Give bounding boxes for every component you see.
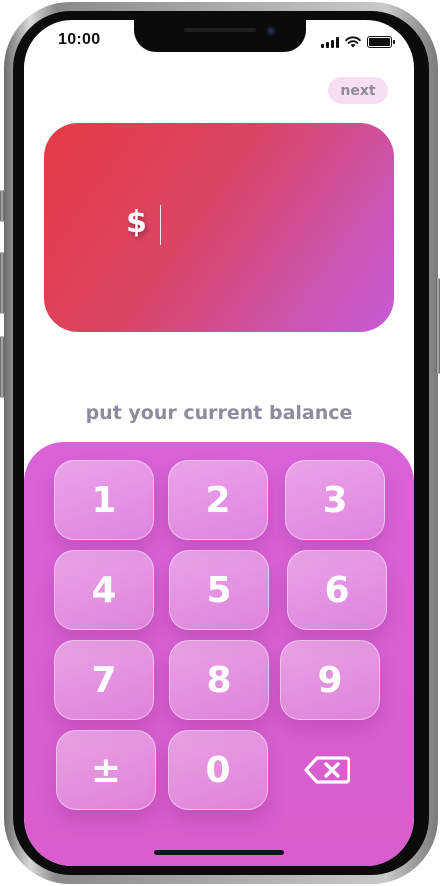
key-plus-minus[interactable]: ± [56,730,156,810]
currency-symbol: $ [126,205,147,240]
key-8[interactable]: 8 [169,640,269,720]
key-7[interactable]: 7 [54,640,154,720]
battery-icon [367,36,395,48]
volume-down-button [0,336,4,398]
keypad-panel: 1 2 3 4 5 6 7 8 9 ± 0 [24,442,414,866]
key-6[interactable]: 6 [287,550,387,630]
backspace-button[interactable] [277,730,377,810]
next-button[interactable]: next [328,77,388,104]
key-4[interactable]: 4 [54,550,154,630]
key-2[interactable]: 2 [168,460,268,540]
key-0[interactable]: 0 [168,730,268,810]
key-1[interactable]: 1 [54,460,154,540]
balance-card: $ [44,123,394,332]
silent-switch [0,190,4,222]
volume-up-button [0,252,4,314]
speaker-grille [184,28,256,32]
status-icons [321,36,395,48]
app-screen: 10:00 next $ put your current balance 1 … [24,20,414,866]
backspace-icon [304,756,350,784]
wifi-icon [345,36,361,48]
balance-prompt: put your current balance [85,402,353,424]
power-button [436,278,440,374]
cellular-signal-icon [321,36,339,48]
key-9[interactable]: 9 [280,640,380,720]
notch [134,20,306,52]
status-time: 10:00 [58,31,101,48]
home-indicator[interactable] [154,850,284,855]
key-3[interactable]: 3 [285,460,385,540]
front-camera-icon [266,26,276,36]
amount-input-caret[interactable] [160,205,161,245]
key-5[interactable]: 5 [169,550,269,630]
